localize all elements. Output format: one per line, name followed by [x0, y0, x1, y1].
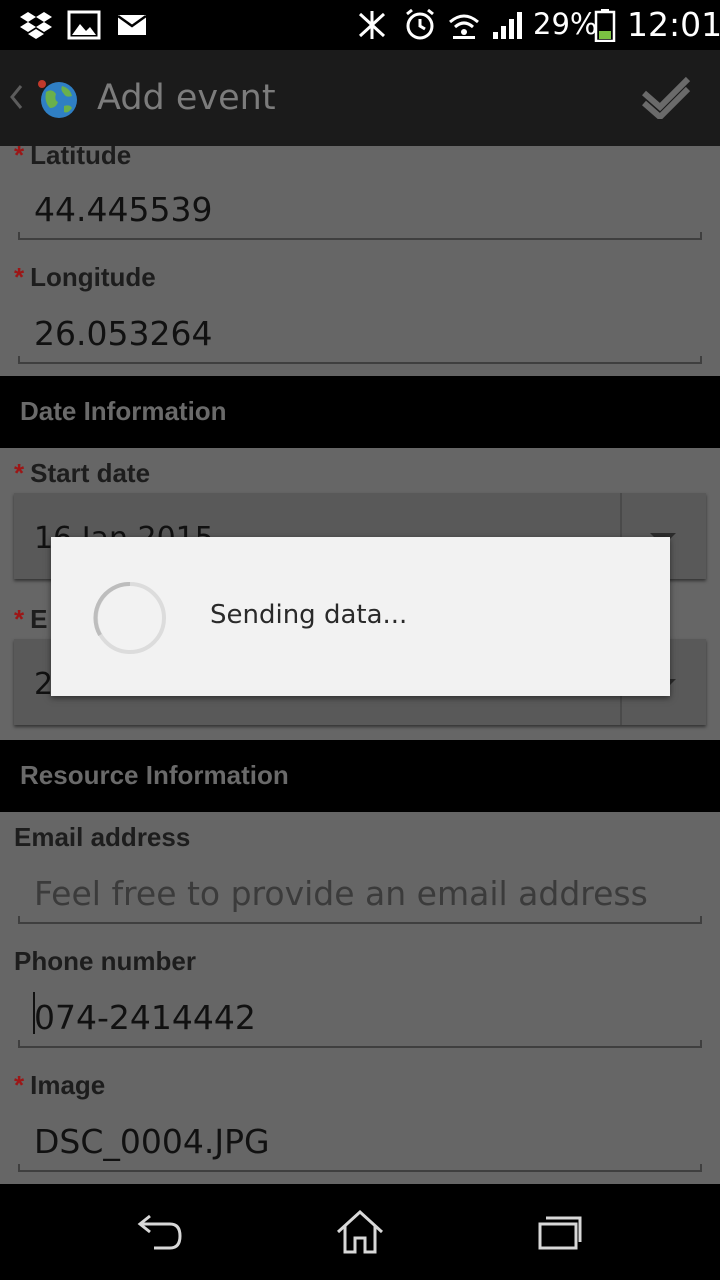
- resource-section-header: Resource Information: [0, 740, 720, 812]
- image-label-text: Image: [30, 1070, 106, 1100]
- progress-dialog: Sending data...: [51, 537, 670, 696]
- resource-section-title: Resource Information: [20, 760, 289, 790]
- dropbox-icon: [18, 8, 54, 42]
- mail-icon: [116, 8, 148, 42]
- phone-field[interactable]: 074-2414442: [34, 998, 256, 1037]
- required-marker: *: [14, 1070, 25, 1100]
- signal-icon: [490, 8, 526, 42]
- globe-icon: [36, 78, 80, 126]
- latitude-label: * Latitude: [14, 146, 131, 171]
- required-marker: *: [14, 146, 25, 170]
- email-underline: [18, 916, 702, 924]
- recent-apps-button[interactable]: [520, 1204, 600, 1264]
- latitude-underline: [18, 232, 702, 240]
- navigation-bar: [0, 1184, 720, 1280]
- start-date-label-text: Start date: [30, 458, 151, 488]
- image-label: * Image: [14, 1070, 105, 1101]
- home-button[interactable]: [320, 1204, 400, 1264]
- phone-label: Phone number: [14, 946, 197, 976]
- start-date-label: * Start date: [14, 458, 150, 489]
- action-bar: Add event: [0, 50, 720, 146]
- home-icon: [336, 1209, 384, 1258]
- page-title: Add event: [97, 78, 276, 118]
- image-field[interactable]: DSC_0004.JPG: [34, 1122, 270, 1161]
- up-navigation[interactable]: [0, 50, 90, 146]
- dialog-message: Sending data...: [210, 600, 408, 630]
- longitude-field[interactable]: 26.053264: [34, 314, 212, 353]
- longitude-underline: [18, 356, 702, 364]
- required-marker: *: [14, 262, 25, 292]
- done-icon: [640, 73, 692, 123]
- wifi-icon: [446, 8, 482, 42]
- chevron-left-icon: [8, 82, 24, 116]
- email-field[interactable]: Feel free to provide an email address: [34, 874, 648, 913]
- gallery-icon: [66, 8, 102, 42]
- clock: 12:01: [627, 5, 720, 44]
- back-icon: [136, 1212, 184, 1256]
- required-marker: *: [14, 604, 25, 634]
- latitude-field[interactable]: 44.445539: [34, 190, 212, 229]
- battery-icon: [592, 8, 618, 42]
- required-marker: *: [14, 458, 25, 488]
- longitude-label-text: Longitude: [30, 262, 156, 292]
- email-label: Email address: [14, 822, 191, 852]
- status-bar: 29% 12:01: [0, 0, 720, 50]
- end-date-label-text: E: [30, 604, 48, 634]
- done-button[interactable]: [626, 60, 706, 136]
- back-button[interactable]: [120, 1204, 200, 1264]
- recent-apps-icon: [536, 1212, 584, 1256]
- bluetooth-icon: [354, 8, 390, 42]
- end-date-label: * E: [14, 604, 47, 635]
- longitude-label: * Longitude: [14, 262, 156, 293]
- date-section-title: Date Information: [20, 396, 227, 426]
- date-section-header: Date Information: [0, 376, 720, 448]
- loading-spinner-icon: [91, 579, 169, 657]
- alarm-icon: [402, 8, 438, 42]
- image-underline: [18, 1164, 702, 1172]
- latitude-label-text: Latitude: [30, 146, 132, 170]
- battery-percent: 29%: [533, 7, 598, 41]
- phone-underline: [18, 1040, 702, 1048]
